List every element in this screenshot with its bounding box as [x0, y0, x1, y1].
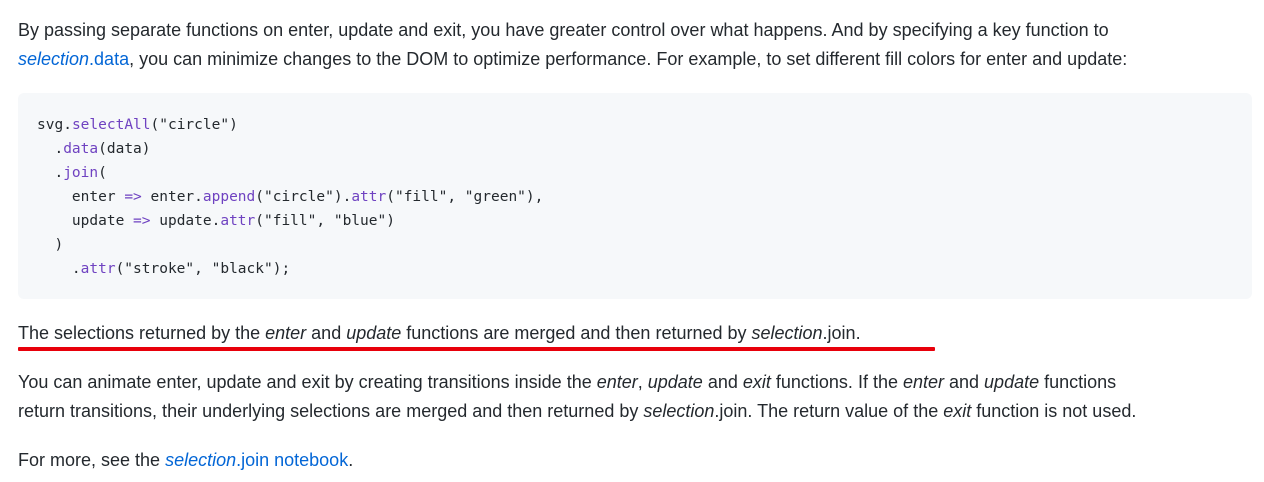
red-underline-annotation: [18, 347, 935, 351]
selection-join-notebook-link[interactable]: selection.join notebook: [165, 450, 348, 470]
paragraph-intro-line1: By passing separate functions on enter, …: [18, 20, 1109, 40]
paragraph-merged: The selections returned by the enter and…: [18, 323, 861, 343]
code-snippet: svg.selectAll("circle") .data(data) .joi…: [37, 117, 544, 277]
paragraph-more: For more, see the selection.join noteboo…: [18, 450, 354, 470]
paragraph-intro: By passing separate functions on enter, …: [18, 20, 1128, 69]
paragraph-transitions: You can animate enter, update and exit b…: [18, 372, 1137, 421]
selection-data-link[interactable]: selection.data: [18, 49, 129, 69]
code-block: svg.selectAll("circle") .data(data) .joi…: [18, 93, 1252, 299]
